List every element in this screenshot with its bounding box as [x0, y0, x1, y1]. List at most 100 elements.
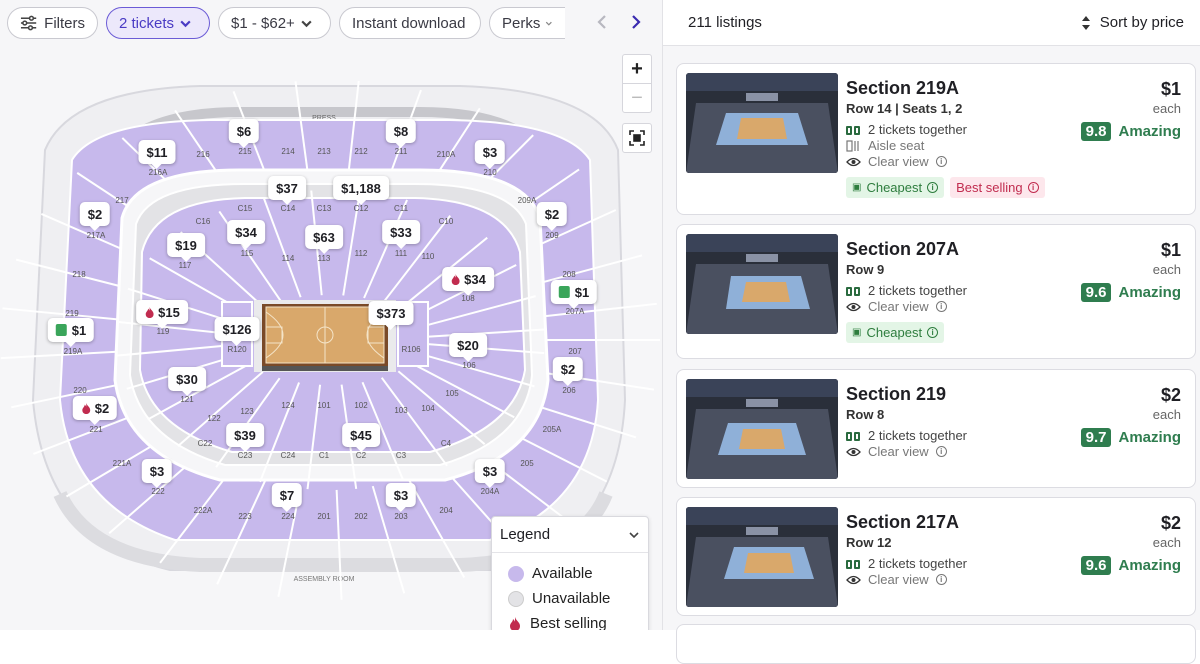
price-pin-label: $3 — [482, 144, 498, 160]
info-icon[interactable]: i — [935, 301, 947, 312]
price-pin[interactable]: $7 — [271, 483, 303, 512]
price-pin[interactable]: $63 — [305, 225, 343, 254]
cheapest-tag-icon — [558, 286, 570, 298]
price-pin[interactable]: $1,188 — [333, 176, 389, 205]
rating-label: Amazing — [1118, 557, 1181, 574]
price-pin[interactable]: $37 — [268, 176, 306, 205]
price-pin-label: $19 — [175, 237, 197, 253]
price-pin-label: $33 — [390, 224, 412, 240]
filters-scroll-left-button[interactable] — [590, 10, 614, 34]
row-seats: Row 8 — [846, 407, 885, 422]
price-pin[interactable]: $2 — [79, 202, 111, 231]
price-pin[interactable]: $126 — [214, 317, 260, 346]
chevron-down-icon — [301, 20, 312, 27]
price: $1 — [1160, 79, 1181, 99]
price-pin[interactable]: $3 — [474, 140, 506, 169]
price-pin-label: $37 — [276, 180, 298, 196]
price-pin[interactable]: $30 — [168, 367, 206, 396]
listing-card[interactable]: Section 207A Row 9 2 tickets together Cl… — [676, 224, 1196, 359]
section-label: 110 — [422, 252, 435, 261]
section-label: 124 — [281, 401, 295, 410]
listing-card[interactable]: Section 219A Row 14 | Seats 1, 2 2 ticke… — [676, 63, 1196, 215]
price-pin[interactable]: $11 — [138, 140, 176, 169]
listing-card[interactable] — [676, 624, 1196, 664]
listings-count: 211 listings — [688, 14, 762, 31]
listing-card[interactable]: Section 217A Row 12 2 tickets together C… — [676, 497, 1196, 616]
section-label: 203 — [394, 512, 408, 521]
section-label: C1 — [319, 451, 330, 460]
rating-label: Amazing — [1118, 123, 1181, 140]
price-pin-label: $3 — [482, 463, 498, 479]
price-pin[interactable]: $2 — [552, 357, 584, 386]
price-range-dropdown[interactable]: $1 - $62+ — [218, 7, 331, 39]
zoom-out-button[interactable]: − — [622, 83, 652, 113]
price-each: each — [1152, 535, 1181, 550]
price-pin[interactable]: $20 — [449, 333, 487, 362]
price-pin[interactable]: $34 — [442, 267, 494, 296]
section-label: 112 — [355, 249, 368, 258]
rating: 9.7 Amazing — [1080, 428, 1181, 447]
section-name: Section 219A — [846, 78, 960, 98]
section-label: 221 — [89, 425, 103, 434]
price-pin[interactable]: $1 — [47, 318, 95, 347]
rating-label: Amazing — [1118, 429, 1181, 446]
recenter-map-button[interactable] — [622, 123, 652, 153]
section-label: 211 — [395, 147, 408, 156]
price-pin[interactable]: $39 — [226, 423, 264, 452]
info-icon[interactable]: i — [927, 327, 939, 338]
section-label: 205A — [543, 425, 562, 434]
tickets-quantity-dropdown[interactable]: 2 tickets — [106, 7, 210, 39]
info-icon[interactable]: i — [927, 182, 939, 193]
eye-icon — [846, 157, 861, 166]
section-label: 216A — [149, 168, 168, 177]
perks-dropdown[interactable]: Perks — [489, 7, 565, 39]
price-pin[interactable]: $19 — [167, 233, 205, 262]
view-text: Clear view — [868, 299, 929, 314]
rating-score: 9.7 — [1080, 428, 1112, 447]
info-icon[interactable]: i — [1027, 182, 1039, 193]
section-label: 123 — [240, 407, 254, 416]
price-pin[interactable]: $34 — [227, 220, 265, 249]
section-label: 113 — [318, 254, 331, 263]
rating: 9.6 Amazing — [1080, 556, 1181, 575]
legend-available-label: Available — [532, 565, 593, 582]
section-label: 216 — [196, 150, 210, 159]
price-pin[interactable]: $3 — [385, 483, 417, 512]
price-pin[interactable]: $2 — [72, 396, 118, 425]
legend-toggle[interactable]: Legend — [492, 517, 648, 553]
sort-button[interactable]: Sort by price — [1081, 14, 1184, 31]
rating: 9.6 Amazing — [1080, 283, 1181, 302]
info-icon[interactable]: i — [935, 446, 947, 457]
info-icon[interactable]: i — [935, 156, 947, 167]
listings-header: 211 listings Sort by price — [663, 0, 1200, 46]
price: $1 — [1160, 240, 1181, 260]
price-pin-label: $15 — [158, 304, 180, 320]
price-pin[interactable]: $33 — [382, 220, 420, 249]
price-pin[interactable]: $8 — [385, 119, 417, 148]
best-selling-text: Best selling — [956, 180, 1023, 195]
price-pin-label: $3 — [149, 463, 165, 479]
price-pin-label: $126 — [222, 321, 252, 337]
price-pin[interactable]: $6 — [228, 119, 260, 148]
price-pin[interactable]: $3 — [141, 459, 173, 488]
price-pin[interactable]: $1 — [550, 280, 598, 309]
zoom-in-button[interactable]: + — [622, 54, 652, 84]
section-label: 117 — [179, 261, 192, 270]
filters-scroll-right-button[interactable] — [624, 10, 648, 34]
section-label: 222 — [151, 487, 165, 496]
filters-button[interactable]: Filters — [7, 7, 98, 39]
price-pin[interactable]: $3 — [474, 459, 506, 488]
legend-item-unavailable: Unavailable — [492, 586, 648, 611]
price-pin[interactable]: $2 — [536, 202, 568, 231]
listing-card[interactable]: Section 219 Row 8 2 tickets together Cle… — [676, 369, 1196, 488]
section-label: 105 — [445, 389, 459, 398]
price-pin[interactable]: $45 — [342, 423, 380, 452]
eye-icon — [846, 575, 861, 584]
price-pin[interactable]: $15 — [136, 300, 188, 329]
instant-download-filter[interactable]: Instant download — [339, 7, 481, 39]
section-label: C10 — [439, 217, 454, 226]
price-pin[interactable]: $373 — [368, 301, 414, 330]
section-name: Section 207A — [846, 239, 960, 259]
rating: 9.8 Amazing — [1080, 122, 1181, 141]
info-icon[interactable]: i — [935, 574, 947, 585]
